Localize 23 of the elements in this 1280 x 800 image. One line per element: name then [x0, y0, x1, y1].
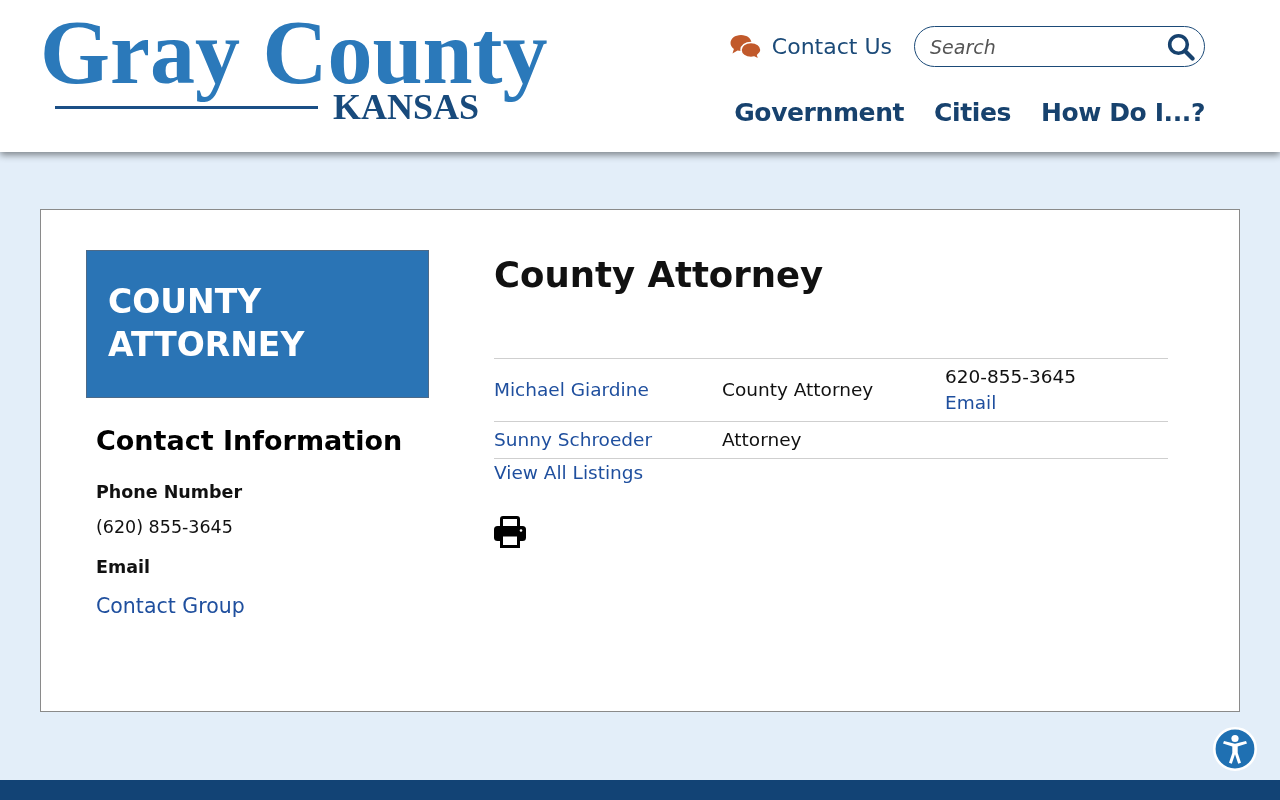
- nav-link[interactable]: Cities: [934, 98, 1011, 128]
- field-value: (620) 855-3645: [96, 516, 233, 539]
- print-icon[interactable]: [494, 516, 526, 548]
- table-cell-text: 620-855-3645: [945, 365, 1077, 389]
- field-label: Email: [96, 556, 150, 579]
- staff-name-link[interactable]: Michael Giardine: [494, 377, 649, 403]
- page-title: County Attorney: [494, 253, 824, 297]
- nav-link[interactable]: Government: [734, 98, 905, 128]
- field-label: Phone Number: [96, 481, 243, 504]
- accessibility-icon[interactable]: [1213, 727, 1257, 771]
- view-all-link[interactable]: View All Listings: [494, 460, 644, 486]
- staff-name-link[interactable]: Sunny Schroeder: [494, 427, 653, 453]
- contact-group-link[interactable]: Contact Group: [96, 592, 245, 620]
- nav-link[interactable]: How Do I...?: [1040, 98, 1205, 128]
- table-cell-text: County Attorney: [722, 378, 874, 402]
- search-field[interactable]: Search: [914, 26, 1205, 67]
- table-cell-text: Attorney: [722, 428, 802, 452]
- email-link[interactable]: Email: [945, 390, 997, 416]
- chat-bubbles-icon: [729, 33, 762, 60]
- section-heading: Contact Information: [96, 424, 403, 458]
- contact-us-link[interactable]: Contact Us: [729, 31, 892, 62]
- search-icon[interactable]: [1167, 33, 1195, 61]
- section-banner: COUNTY ATTORNEY: [86, 250, 429, 398]
